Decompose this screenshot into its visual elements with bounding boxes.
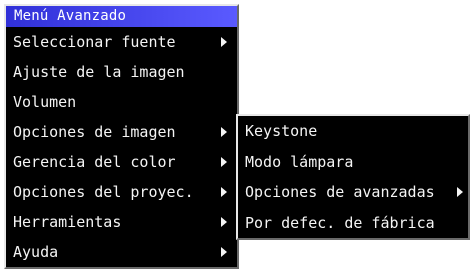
menu-item-label: Opciones de imagen (13, 123, 176, 141)
menu-item-gerencia-color[interactable]: Gerencia del color (6, 147, 237, 177)
submenu-item-label: Por defec. de fábrica (245, 213, 435, 232)
menu-item-herramientas[interactable]: Herramientas (6, 207, 237, 237)
menu-item-ayuda[interactable]: Ayuda (6, 237, 237, 267)
submenu-arrow-icon (221, 247, 227, 257)
menu-item-ajuste-imagen[interactable]: Ajuste de la imagen (6, 57, 237, 87)
menu-item-label: Ayuda (13, 243, 59, 261)
menu-item-seleccionar-fuente[interactable]: Seleccionar fuente (6, 27, 237, 57)
menu-item-label: Ajuste de la imagen (13, 63, 185, 81)
menu-item-label: Seleccionar fuente (13, 33, 176, 51)
menu-item-label: Opciones del proyec. (13, 183, 194, 201)
menu-item-opciones-proyector[interactable]: Opciones del proyec. (6, 177, 237, 207)
menu-item-label: Volumen (13, 93, 77, 111)
menu-item-volumen[interactable]: Volumen (6, 87, 237, 117)
submenu-arrow-icon (221, 157, 227, 167)
submenu-arrow-icon (221, 217, 227, 227)
submenu-arrow-icon (457, 187, 463, 198)
menu-item-label: Herramientas (13, 213, 122, 231)
menu-item-label: Gerencia del color (13, 153, 176, 171)
submenu-item-modo-lampara[interactable]: Modo lámpara (238, 147, 468, 178)
submenu-arrow-icon (221, 37, 227, 47)
submenu-item-keystone[interactable]: Keystone (238, 116, 468, 147)
image-options-submenu: Keystone Modo lámpara Opciones de avanza… (236, 114, 470, 240)
submenu-item-label: Keystone (245, 122, 318, 140)
menu-stage: Menú Avanzado Seleccionar fuente Ajuste … (0, 0, 472, 273)
submenu-arrow-icon (221, 187, 227, 197)
menu-item-opciones-imagen[interactable]: Opciones de imagen (6, 117, 237, 147)
menu-title: Menú Avanzado (6, 6, 237, 27)
submenu-item-label: Modo lámpara (245, 152, 354, 171)
submenu-item-por-defecto-fabrica[interactable]: Por defec. de fábrica (238, 208, 468, 239)
advanced-menu: Menú Avanzado Seleccionar fuente Ajuste … (4, 4, 239, 269)
submenu-item-opciones-avanzadas[interactable]: Opciones de avanzadas (238, 177, 468, 208)
submenu-arrow-icon (221, 127, 227, 137)
submenu-item-label: Opciones de avanzadas (245, 183, 435, 201)
